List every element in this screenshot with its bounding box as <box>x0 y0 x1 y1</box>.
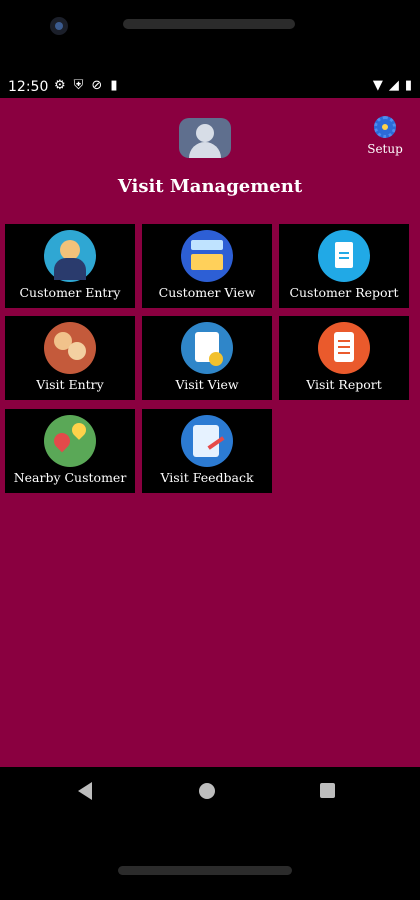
user-avatar[interactable] <box>179 118 231 158</box>
recent-apps-icon[interactable] <box>320 783 335 798</box>
visit-report-icon <box>318 322 370 374</box>
visit-feedback-icon <box>181 415 233 467</box>
home-icon[interactable] <box>199 783 215 799</box>
sim-icon: ▮ <box>110 78 118 93</box>
app-screen: Setup Visit Management Customer Entry Cu… <box>0 98 420 767</box>
tile-label: Customer Report <box>289 285 399 300</box>
tile-visit-report[interactable]: Visit Report <box>279 316 409 400</box>
back-icon[interactable] <box>78 782 92 800</box>
visit-entry-icon <box>44 322 96 374</box>
tile-label: Visit Entry <box>36 377 104 392</box>
front-camera <box>50 17 68 35</box>
bottom-speaker <box>118 866 292 875</box>
tile-customer-report[interactable]: Customer Report <box>279 224 409 308</box>
tile-nearby-customer[interactable]: Nearby Customer <box>5 409 135 493</box>
gear-icon: ⚙ <box>54 78 66 93</box>
tile-label: Visit View <box>175 377 239 392</box>
customer-view-icon <box>181 230 233 282</box>
shield-icon: ⛨ <box>73 78 84 93</box>
earpiece-speaker <box>123 19 295 29</box>
battery-icon: ▮ <box>404 78 412 93</box>
tile-label: Visit Report <box>306 377 382 392</box>
page-title: Visit Management <box>117 176 303 197</box>
navigation-bar <box>0 767 420 822</box>
visit-view-icon <box>181 322 233 374</box>
status-time: 12:50 <box>8 79 49 95</box>
avatar-body <box>189 142 221 158</box>
status-left-icons: ⚙ ⛨ ⊘ ▮ <box>54 78 117 93</box>
customer-entry-icon <box>44 230 96 282</box>
wifi-icon: ▼ <box>372 78 383 93</box>
status-bar: 12:50 ⚙ ⛨ ⊘ ▮ ▼ ◢ ▮ <box>0 76 420 98</box>
setup-label: Setup <box>367 142 403 156</box>
tile-visit-feedback[interactable]: Visit Feedback <box>142 409 272 493</box>
signal-icon: ◢ <box>388 78 399 93</box>
customer-report-icon <box>318 230 370 282</box>
tile-customer-entry[interactable]: Customer Entry <box>5 224 135 308</box>
tile-label: Nearby Customer <box>13 470 127 485</box>
tile-label: Customer View <box>158 285 256 300</box>
nearby-customer-icon <box>44 415 96 467</box>
tile-label: Customer Entry <box>19 285 121 300</box>
avatar-head <box>196 124 214 142</box>
tile-label: Visit Feedback <box>160 470 254 485</box>
tile-visit-view[interactable]: Visit View <box>142 316 272 400</box>
setup-gear-icon <box>374 116 396 138</box>
tile-customer-view[interactable]: Customer View <box>142 224 272 308</box>
tile-visit-entry[interactable]: Visit Entry <box>5 316 135 400</box>
circle-slash-icon: ⊘ <box>91 78 103 93</box>
status-right-icons: ▼ ◢ ▮ <box>373 78 412 93</box>
setup-button[interactable]: Setup <box>362 116 408 156</box>
